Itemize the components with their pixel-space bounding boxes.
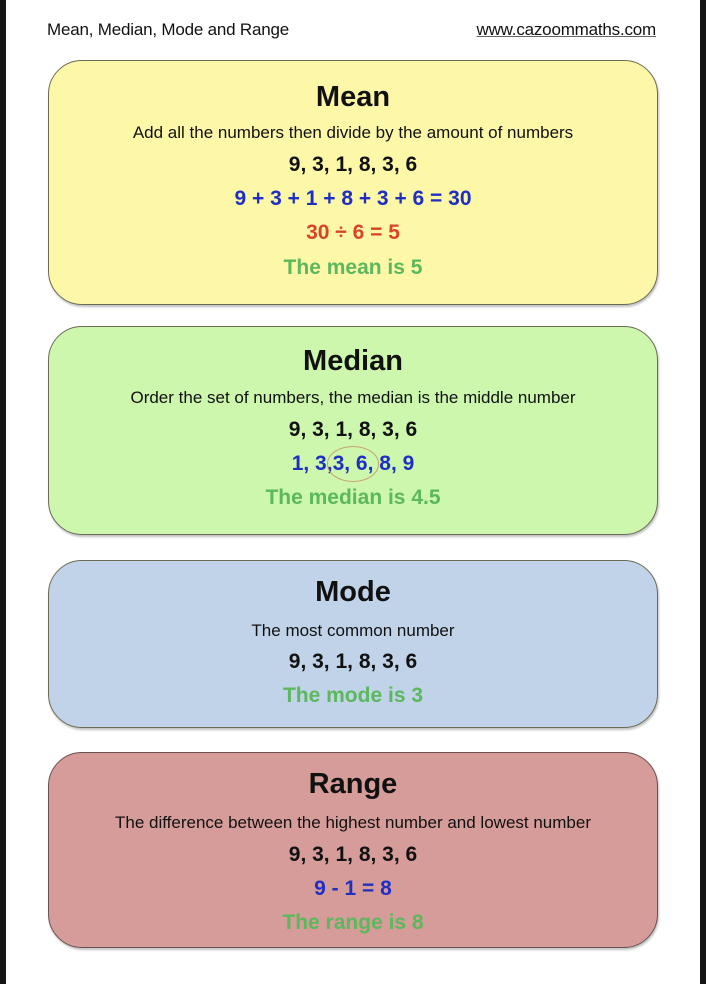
mode-numbers: 9, 3, 1, 8, 3, 6 bbox=[288, 650, 418, 673]
mean-description: Add all the numbers then divide by the a… bbox=[132, 123, 574, 142]
median-result: The median is 4.5 bbox=[265, 486, 441, 509]
mode-card: Mode The most common number 9, 3, 1, 8, … bbox=[48, 560, 658, 728]
worksheet-page: Mean, Median, Mode and Range www.cazoomm… bbox=[6, 0, 700, 984]
mean-sum: 9 + 3 + 1 + 8 + 3 + 6 = 30 bbox=[234, 187, 472, 210]
page-title: Mean, Median, Mode and Range bbox=[47, 20, 290, 39]
range-result: The range is 8 bbox=[282, 911, 424, 934]
mode-description: The most common number bbox=[251, 621, 455, 640]
median-numbers: 9, 3, 1, 8, 3, 6 bbox=[288, 418, 418, 441]
website-link[interactable]: www.cazoommaths.com bbox=[477, 20, 657, 40]
mode-result: The mode is 3 bbox=[282, 684, 424, 707]
median-ordered-after: 8, 9 bbox=[379, 452, 415, 475]
median-card: Median Order the set of numbers, the med… bbox=[48, 326, 658, 535]
range-description: The difference between the highest numbe… bbox=[115, 813, 591, 832]
mean-result: The mean is 5 bbox=[283, 256, 423, 279]
median-title: Median bbox=[303, 345, 403, 377]
mean-card: Mean Add all the numbers then divide by … bbox=[48, 60, 658, 305]
mean-division: 30 ÷ 6 = 5 bbox=[306, 221, 400, 244]
median-description: Order the set of numbers, the median is … bbox=[130, 388, 576, 407]
mode-title: Mode bbox=[315, 576, 391, 608]
median-middle-circled: 3, 6, bbox=[326, 446, 380, 482]
range-numbers: 9, 3, 1, 8, 3, 6 bbox=[288, 843, 418, 866]
range-title: Range bbox=[308, 768, 398, 800]
median-ordered: 1, 3,3, 6, 8, 9 bbox=[49, 446, 657, 482]
mean-title: Mean bbox=[315, 81, 391, 113]
range-calculation: 9 - 1 = 8 bbox=[314, 877, 392, 900]
mean-numbers: 9, 3, 1, 8, 3, 6 bbox=[288, 153, 418, 176]
range-card: Range The difference between the highest… bbox=[48, 752, 658, 948]
